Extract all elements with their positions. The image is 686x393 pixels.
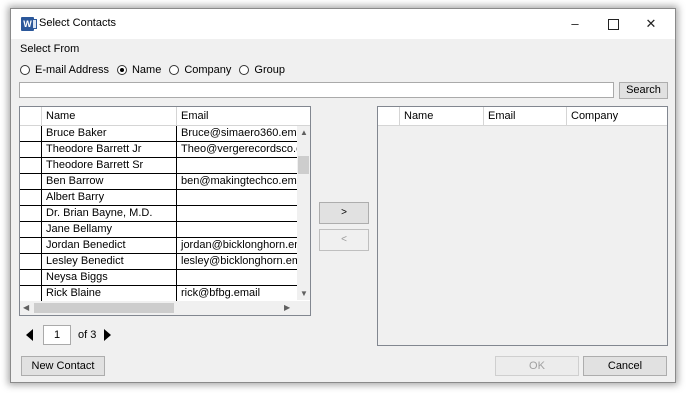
selected-contacts-grid[interactable]: Name Email Company xyxy=(377,106,668,346)
cell-name[interactable]: Lesley Benedict xyxy=(42,254,177,269)
pager: 1 of 3 xyxy=(26,325,112,345)
cancel-button[interactable]: Cancel xyxy=(583,356,667,376)
radio-label: Name xyxy=(131,64,162,76)
column-header-email[interactable]: Email xyxy=(484,107,567,125)
row-indicator[interactable] xyxy=(20,238,42,253)
row-indicator[interactable] xyxy=(20,126,42,141)
remove-contact-button[interactable]: < xyxy=(319,229,369,251)
cell-name[interactable]: Neysa Biggs xyxy=(42,270,177,285)
radio-label: Group xyxy=(254,64,285,76)
contacts-grid[interactable]: Name Email Bruce Baker Bruce@simaero360.e… xyxy=(19,106,311,316)
select-contacts-dialog: W Select Contacts – ✕ Select From E-mail… xyxy=(10,8,676,383)
radio-group[interactable]: Group xyxy=(239,64,285,76)
cell-email[interactable] xyxy=(177,206,301,221)
title-bar: W Select Contacts – ✕ xyxy=(11,9,675,39)
cell-email[interactable]: ben@makingtechco.email xyxy=(177,174,301,189)
grid-header: Name Email Company xyxy=(378,107,667,126)
cell-name[interactable]: Ben Barrow xyxy=(42,174,177,189)
table-row[interactable]: Theodore Barrett Sr xyxy=(20,158,301,174)
row-indicator[interactable] xyxy=(20,206,42,221)
cell-name[interactable]: Jordan Benedict xyxy=(42,238,177,253)
radio-label: E-mail Address xyxy=(35,64,109,76)
cell-email[interactable]: rick@bfbg.email xyxy=(177,286,301,301)
cell-name[interactable]: Bruce Baker xyxy=(42,126,177,141)
cell-name[interactable]: Dr. Brian Bayne, M.D. xyxy=(42,206,177,221)
row-indicator[interactable] xyxy=(20,190,42,205)
vertical-scrollbar[interactable]: ▲ ▼ xyxy=(297,126,310,300)
radio-name[interactable]: Name xyxy=(116,64,162,76)
cell-email[interactable]: Bruce@simaero360.email xyxy=(177,126,301,141)
cell-name[interactable]: Theodore Barrett Sr xyxy=(42,158,177,173)
table-row[interactable]: Albert Barry xyxy=(20,190,301,206)
page-number-input[interactable]: 1 xyxy=(43,325,71,345)
cell-email[interactable] xyxy=(177,222,301,237)
add-contact-button[interactable]: > xyxy=(319,202,369,224)
row-indicator[interactable] xyxy=(20,286,42,301)
radio-circle xyxy=(169,65,180,75)
search-button[interactable]: Search xyxy=(619,82,668,99)
row-indicator-header xyxy=(20,107,42,125)
horizontal-scroll-thumb[interactable] xyxy=(34,303,174,313)
column-header-company[interactable]: Company xyxy=(567,107,667,125)
grid-rows: Bruce Baker Bruce@simaero360.email Theodo… xyxy=(20,126,301,302)
row-indicator[interactable] xyxy=(20,174,42,189)
table-row[interactable]: Neysa Biggs xyxy=(20,270,301,286)
table-row[interactable]: Jane Bellamy xyxy=(20,222,301,238)
table-row[interactable]: Lesley Benedict lesley@bicklonghorn.email xyxy=(20,254,301,270)
scroll-down-arrow-icon[interactable]: ▼ xyxy=(300,289,308,298)
cell-email[interactable]: lesley@bicklonghorn.email xyxy=(177,254,301,269)
table-row[interactable]: Bruce Baker Bruce@simaero360.email xyxy=(20,126,301,142)
table-row[interactable]: Theodore Barrett Jr Theo@vergerecordsco.e… xyxy=(20,142,301,158)
row-indicator[interactable] xyxy=(20,158,42,173)
ok-button[interactable]: OK xyxy=(495,356,579,376)
table-row[interactable]: Dr. Brian Bayne, M.D. xyxy=(20,206,301,222)
cell-email[interactable] xyxy=(177,190,301,205)
table-row[interactable]: Ben Barrow ben@makingtechco.email xyxy=(20,174,301,190)
page-count-label: of 3 xyxy=(78,329,97,341)
radio-circle xyxy=(239,65,250,75)
select-from-label: Select From xyxy=(20,43,80,55)
horizontal-scrollbar[interactable]: ◀ ▶ xyxy=(20,301,310,315)
cell-email[interactable] xyxy=(177,270,301,285)
row-indicator-header xyxy=(378,107,400,125)
maximize-button[interactable] xyxy=(594,9,632,39)
scroll-up-arrow-icon[interactable]: ▲ xyxy=(300,128,308,137)
scroll-left-arrow-icon[interactable]: ◀ xyxy=(23,303,29,312)
radio-circle xyxy=(20,65,30,75)
word-app-icon: W xyxy=(21,17,37,31)
select-from-options: E-mail Address Name Company Group xyxy=(20,62,293,78)
minimize-button[interactable]: – xyxy=(556,9,594,39)
column-header-email[interactable]: Email xyxy=(177,107,299,125)
close-button[interactable]: ✕ xyxy=(632,9,670,39)
search-input[interactable] xyxy=(19,82,614,98)
radio-email-address[interactable]: E-mail Address xyxy=(20,64,109,76)
cell-name[interactable]: Theodore Barrett Jr xyxy=(42,142,177,157)
column-header-name[interactable]: Name xyxy=(400,107,484,125)
previous-page-icon[interactable] xyxy=(26,329,33,341)
cell-email[interactable] xyxy=(177,158,301,173)
row-indicator[interactable] xyxy=(20,142,42,157)
cell-email[interactable]: Theo@vergerecordsco.email xyxy=(177,142,301,157)
table-row[interactable]: Jordan Benedictjordan@bicklonghorn.email xyxy=(20,238,301,254)
grid-header: Name Email xyxy=(20,107,310,126)
maximize-icon xyxy=(607,19,619,31)
cell-name[interactable]: Rick Blaine xyxy=(42,286,177,301)
radio-label: Company xyxy=(184,64,232,76)
row-indicator[interactable] xyxy=(20,222,42,237)
dialog-title: Select Contacts xyxy=(39,17,117,29)
scroll-right-arrow-icon[interactable]: ▶ xyxy=(284,303,290,312)
radio-company[interactable]: Company xyxy=(169,64,231,76)
next-page-icon[interactable] xyxy=(104,329,112,341)
row-indicator[interactable] xyxy=(20,254,42,269)
column-header-name[interactable]: Name xyxy=(42,107,177,125)
cell-name[interactable]: Albert Barry xyxy=(42,190,177,205)
row-indicator[interactable] xyxy=(20,270,42,285)
radio-circle-selected xyxy=(116,65,127,75)
vertical-scroll-thumb[interactable] xyxy=(298,156,309,174)
cell-email[interactable]: jordan@bicklonghorn.email xyxy=(177,238,301,253)
new-contact-button[interactable]: New Contact xyxy=(21,356,105,376)
table-row[interactable]: Rick Blaine rick@bfbg.email xyxy=(20,286,301,302)
cell-name[interactable]: Jane Bellamy xyxy=(42,222,177,237)
